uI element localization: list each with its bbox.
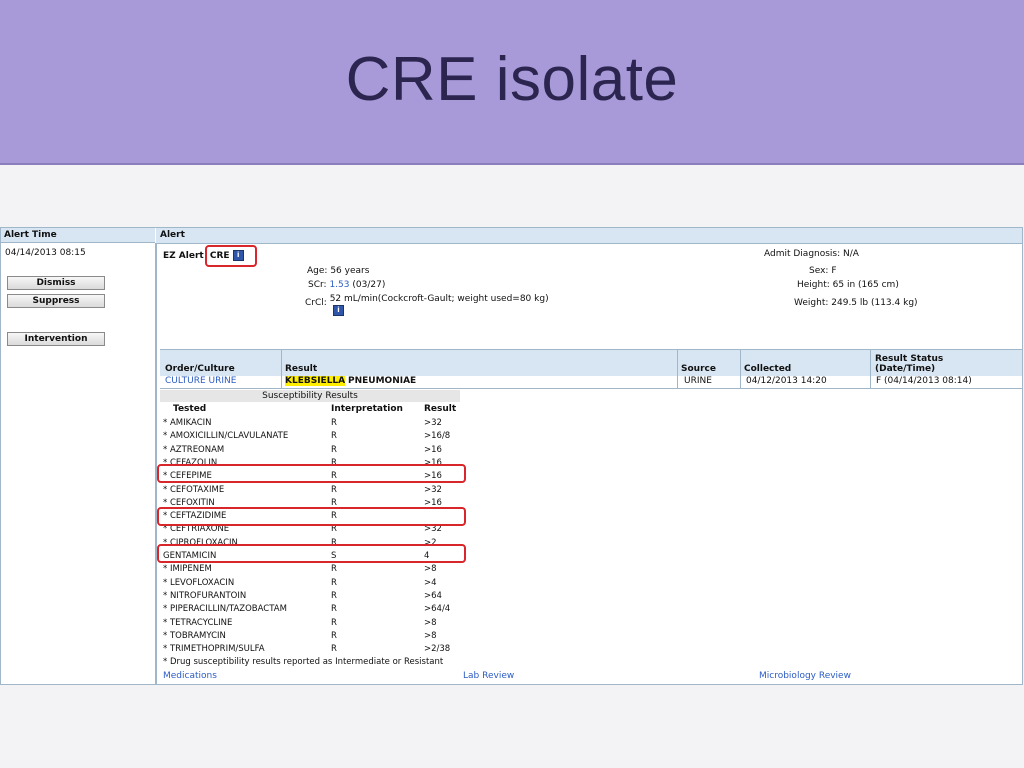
col-collected: Collected xyxy=(744,364,792,374)
drug-interpretation: R xyxy=(331,484,337,495)
age-line: Age: 56 years xyxy=(307,266,369,276)
scr-date: (03/27) xyxy=(352,280,386,290)
susceptibility-title: Susceptibility Results xyxy=(160,390,460,402)
scr-value-link[interactable]: 1.53 xyxy=(329,280,349,290)
microbiology-review-link[interactable]: Microbiology Review xyxy=(759,671,851,681)
drug-name: * LEVOFLOXACIN xyxy=(163,577,235,588)
suppress-button[interactable]: Suppress xyxy=(7,294,105,308)
alert-time-header: Alert Time xyxy=(1,228,155,243)
drug-result: >32 xyxy=(424,418,442,428)
drug-name: * NITROFURANTOIN xyxy=(163,590,247,601)
result-header: Result xyxy=(424,404,457,414)
order-table-header: Order/Culture Result Source Collected Re… xyxy=(160,349,1022,376)
crcl-line: CrCl: 52 mL/min(Cockcroft-Gault; weight … xyxy=(305,294,549,316)
drug-interpretation: R xyxy=(331,617,337,628)
susceptibility-footnote: * Drug susceptibility results reported a… xyxy=(163,657,444,667)
drug-name: * IMIPENEM xyxy=(163,564,212,575)
scr-label: SCr: xyxy=(308,280,327,290)
admit-line: Admit Diagnosis: N/A xyxy=(764,249,859,259)
drug-result: >64/4 xyxy=(424,604,451,615)
drug-result: >8 xyxy=(424,564,437,575)
drug-result: >16 xyxy=(424,444,442,455)
crcl-info-icon[interactable]: i xyxy=(333,305,344,316)
drug-interpretation: R xyxy=(331,444,337,455)
drug-interpretation: R xyxy=(331,577,337,588)
weight-label: Weight: xyxy=(794,298,829,308)
drug-result: >16/8 xyxy=(424,431,451,442)
sex-value: F xyxy=(831,266,837,276)
alert-window: Alert Time Alert 04/14/2013 08:15 Dismis… xyxy=(0,227,1023,685)
drug-name: * PIPERACILLIN/TAZOBACTAM xyxy=(163,604,287,615)
highlight-box-imipenem xyxy=(157,544,466,563)
age-value: 56 years xyxy=(330,266,370,276)
status-cell: F (04/14/2013 08:14) xyxy=(876,376,972,386)
admit-label: Admit Diagnosis: xyxy=(764,249,841,259)
drug-interpretation: R xyxy=(331,590,337,601)
drug-interpretation: R xyxy=(331,604,337,615)
order-link[interactable]: CULTURE URINE xyxy=(165,375,236,388)
height-label: Height: xyxy=(797,280,830,290)
drug-result: >4 xyxy=(424,577,437,588)
left-panel: 04/14/2013 08:15 Dismiss Suppress Interv… xyxy=(1,243,157,684)
sex-line: Sex: F xyxy=(809,266,837,276)
intervention-button[interactable]: Intervention xyxy=(7,332,105,346)
drug-interpretation: R xyxy=(331,418,337,428)
drug-interpretation: R xyxy=(331,630,337,641)
weight-line: Weight: 249.5 lb (113.4 kg) xyxy=(794,298,918,308)
drug-name: * CEFOTAXIME xyxy=(163,484,225,495)
drug-name: * TRIMETHOPRIM/SULFA xyxy=(163,644,265,655)
drug-name: * AMIKACIN xyxy=(163,418,212,428)
slide-title: CRE isolate xyxy=(345,45,679,114)
drug-name: * AMOXICILLIN/CLAVULANATE xyxy=(163,431,289,442)
sex-label: Sex: xyxy=(809,266,829,276)
alert-time-value: 04/14/2013 08:15 xyxy=(5,248,86,258)
crcl-value: 52 mL/min(Cockcroft-Gault; weight used=8… xyxy=(329,294,549,304)
drug-result: >2/38 xyxy=(424,644,451,655)
scr-line: SCr: 1.53 (03/27) xyxy=(308,280,385,290)
height-line: Height: 65 in (165 cm) xyxy=(797,280,899,290)
drug-name: * TETRACYCLINE xyxy=(163,617,233,628)
result-cell: KLEBSIELLA PNEUMONIAE xyxy=(285,375,416,388)
slide-banner: CRE isolate xyxy=(0,0,1024,165)
age-label: Age: xyxy=(307,266,328,276)
drug-result: >8 xyxy=(424,630,437,641)
alert-detail: EZ Alert CRE i Age: 56 years SCr: 1.53 (… xyxy=(157,243,1022,684)
col-source: Source xyxy=(681,364,716,374)
drug-interpretation: R xyxy=(331,564,337,575)
organism-rest: PNEUMONIAE xyxy=(348,376,417,386)
source-cell: URINE xyxy=(684,376,712,386)
cre-highlight-box xyxy=(205,245,257,267)
col-order: Order/Culture xyxy=(165,364,235,374)
col-status: Result Status (Date/Time) xyxy=(875,354,943,374)
lab-review-link[interactable]: Lab Review xyxy=(463,671,514,681)
drug-name: * TOBRAMYCIN xyxy=(163,630,226,641)
drug-interpretation: R xyxy=(331,431,337,442)
tested-header: Tested xyxy=(173,404,207,414)
collected-cell: 04/12/2013 14:20 xyxy=(746,376,827,386)
col-status-line2: (Date/Time) xyxy=(875,364,936,374)
drug-name: * AZTREONAM xyxy=(163,444,225,455)
medications-link[interactable]: Medications xyxy=(163,671,217,681)
table-row[interactable]: CULTURE URINE KLEBSIELLA PNEUMONIAE URIN… xyxy=(160,375,1022,389)
height-value: 65 in (165 cm) xyxy=(832,280,899,290)
interp-header: Interpretation xyxy=(331,404,403,414)
drug-result: >32 xyxy=(424,484,442,495)
crcl-label: CrCl: xyxy=(305,298,327,308)
drug-result: >8 xyxy=(424,617,437,628)
organism-highlight: KLEBSIELLA xyxy=(285,376,346,386)
dismiss-button[interactable]: Dismiss xyxy=(7,276,105,290)
drug-result: >64 xyxy=(424,590,442,601)
alert-header: Alert xyxy=(156,228,1022,244)
ez-alert-label: EZ Alert xyxy=(163,251,204,261)
weight-value: 249.5 lb (113.4 kg) xyxy=(831,298,918,308)
admit-value: N/A xyxy=(843,249,859,259)
drug-interpretation: R xyxy=(331,644,337,655)
col-status-line1: Result Status xyxy=(875,354,944,364)
col-result: Result xyxy=(285,364,318,374)
highlight-box-ceftriaxone xyxy=(157,507,466,526)
highlight-box-cefotaxime xyxy=(157,464,466,483)
